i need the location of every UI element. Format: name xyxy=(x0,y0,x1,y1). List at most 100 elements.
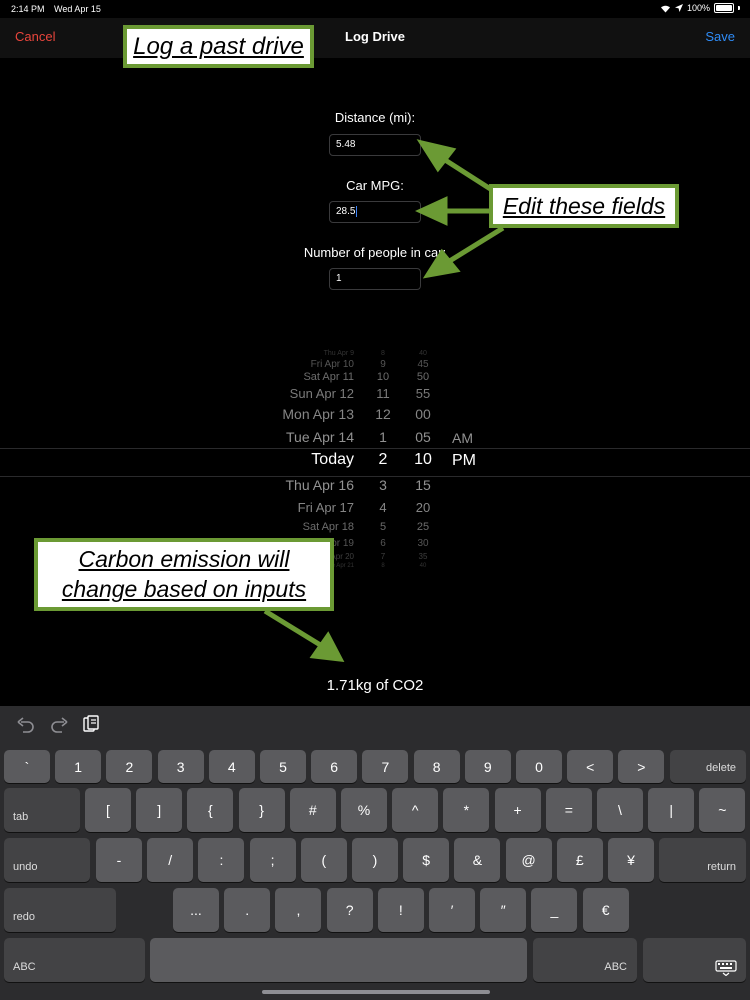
key-row3-0-label: - xyxy=(116,852,122,868)
undo-key[interactable]: undo xyxy=(4,838,90,882)
key-row4-6[interactable]: ″ xyxy=(480,888,527,932)
key-row1-2-label: 2 xyxy=(125,758,134,775)
key-row2-1[interactable]: ] xyxy=(136,788,183,832)
key-row2-1-label: ] xyxy=(157,802,162,818)
callout-edit-fields: Edit these fields xyxy=(489,184,679,228)
key-row1-11[interactable]: < xyxy=(567,750,614,783)
key-row2-10[interactable]: \ xyxy=(597,788,643,832)
undo-icon[interactable] xyxy=(17,717,35,733)
key-row4-6-label: ″ xyxy=(500,902,506,918)
key-row1-11-label: < xyxy=(586,758,595,775)
key-row2-0[interactable]: [ xyxy=(85,788,131,832)
key-row2-2[interactable]: { xyxy=(187,788,234,832)
key-row2-5[interactable]: % xyxy=(341,788,387,832)
keyboard-dismiss-key[interactable] xyxy=(643,938,746,982)
key-row1-3[interactable]: 3 xyxy=(157,750,204,783)
key-row3-0[interactable]: - xyxy=(96,838,142,882)
key-row1-3-label: 3 xyxy=(176,758,185,775)
key-row2-6[interactable]: ^ xyxy=(392,788,439,832)
key-row4-8[interactable]: € xyxy=(582,888,629,932)
key-row3-10[interactable]: ¥ xyxy=(608,838,654,882)
return-key[interactable]: return xyxy=(659,838,746,882)
key-row1-9[interactable]: 9 xyxy=(464,750,511,783)
key-row2-4[interactable]: # xyxy=(289,788,336,832)
key-row2-8-label: + xyxy=(513,802,522,818)
key-row4-0[interactable]: ... xyxy=(173,888,219,932)
key-row4-1-label: . xyxy=(245,902,250,918)
key-row4-0-label: ... xyxy=(190,902,202,918)
key-row3-5[interactable]: ) xyxy=(352,838,398,882)
key-row3-6[interactable]: $ xyxy=(403,838,450,882)
callout-log-past-drive: Log a past drive xyxy=(123,25,314,68)
key-row1-4[interactable]: 4 xyxy=(208,750,255,783)
key-row4-1[interactable]: . xyxy=(224,888,271,932)
key-row1-10[interactable]: 0 xyxy=(516,750,562,783)
key-row2-4-label: # xyxy=(308,802,317,818)
key-row1-12[interactable]: > xyxy=(618,750,665,783)
abc-right-key[interactable]: ABC xyxy=(533,938,637,982)
key-row2-2-label: { xyxy=(208,802,213,818)
key-row1-10-label: 0 xyxy=(535,758,543,775)
tab-key[interactable]: tab xyxy=(4,788,80,832)
key-row4-8-label: € xyxy=(601,902,610,918)
key-row1-0-label: ` xyxy=(24,758,30,775)
key-row3-4[interactable]: ( xyxy=(300,838,347,882)
callout-carbon-line2: change based on inputs xyxy=(61,576,307,602)
key-row1-9-label: 9 xyxy=(483,758,492,775)
key-row2-12[interactable]: ~ xyxy=(699,788,746,832)
delete-key-label: delete xyxy=(706,762,736,774)
redo-key-label: redo xyxy=(13,911,36,923)
key-row1-12-label: > xyxy=(637,758,646,775)
keyboard-hide-icon xyxy=(715,960,737,976)
key-row2-9[interactable]: = xyxy=(545,788,592,832)
key-row1-8[interactable]: 8 xyxy=(413,750,460,783)
key-row2-11[interactable]: | xyxy=(648,788,695,832)
key-row3-2[interactable]: : xyxy=(198,838,245,882)
abc-left-key-label: ABC xyxy=(13,961,36,973)
paste-icon[interactable] xyxy=(83,715,99,733)
key-row2-0-label: [ xyxy=(106,802,110,818)
key-row4-7-label: _ xyxy=(550,902,559,918)
redo-icon[interactable] xyxy=(50,717,68,733)
undo-key-label: undo xyxy=(13,861,38,873)
space-key[interactable] xyxy=(150,938,527,982)
key-row2-3[interactable]: } xyxy=(238,788,285,832)
key-row1-8-label: 8 xyxy=(432,758,441,775)
key-row3-1[interactable]: / xyxy=(147,838,194,882)
key-row1-5[interactable]: 5 xyxy=(260,750,306,783)
key-row1-4-label: 4 xyxy=(227,758,236,775)
key-row2-8[interactable]: + xyxy=(494,788,541,832)
key-row4-2[interactable]: , xyxy=(275,888,322,932)
key-row1-0[interactable]: ` xyxy=(4,750,50,783)
abc-right-key-label: ABC xyxy=(604,961,627,973)
key-row3-7-label: & xyxy=(472,852,483,868)
key-row4-4[interactable]: ! xyxy=(377,888,424,932)
key-row1-6[interactable]: 6 xyxy=(311,750,358,783)
abc-left-key[interactable]: ABC xyxy=(4,938,145,982)
keyboard-shortcut-bar xyxy=(0,706,750,746)
key-row1-1-label: 1 xyxy=(74,758,83,775)
key-row3-1-label: / xyxy=(168,852,173,868)
key-row4-5[interactable]: ′ xyxy=(429,888,475,932)
key-row4-3[interactable]: ? xyxy=(326,888,373,932)
key-row3-7[interactable]: & xyxy=(454,838,501,882)
key-row1-2[interactable]: 2 xyxy=(106,750,153,783)
key-row1-1[interactable]: 1 xyxy=(55,750,102,783)
key-row2-7-label: * xyxy=(463,802,470,818)
key-row2-9-label: = xyxy=(564,802,573,818)
key-row3-2-label: : xyxy=(219,852,224,868)
key-row3-8[interactable]: @ xyxy=(505,838,552,882)
key-row3-8-label: @ xyxy=(521,852,536,868)
key-row4-7[interactable]: _ xyxy=(531,888,578,932)
delete-key[interactable]: delete xyxy=(670,750,746,783)
key-row1-7[interactable]: 7 xyxy=(362,750,409,783)
key-row4-3-label: ? xyxy=(345,902,354,918)
redo-key[interactable]: redo xyxy=(4,888,116,932)
key-row3-9[interactable]: £ xyxy=(556,838,603,882)
arrow-to-distance xyxy=(440,155,494,193)
key-row2-7[interactable]: * xyxy=(443,788,490,832)
key-row3-3[interactable]: ; xyxy=(249,838,296,882)
callout-carbon-line1: Carbon emission will xyxy=(78,546,290,572)
key-row2-5-label: % xyxy=(357,802,371,818)
callout-carbon: Carbon emission will change based on inp… xyxy=(34,538,334,611)
